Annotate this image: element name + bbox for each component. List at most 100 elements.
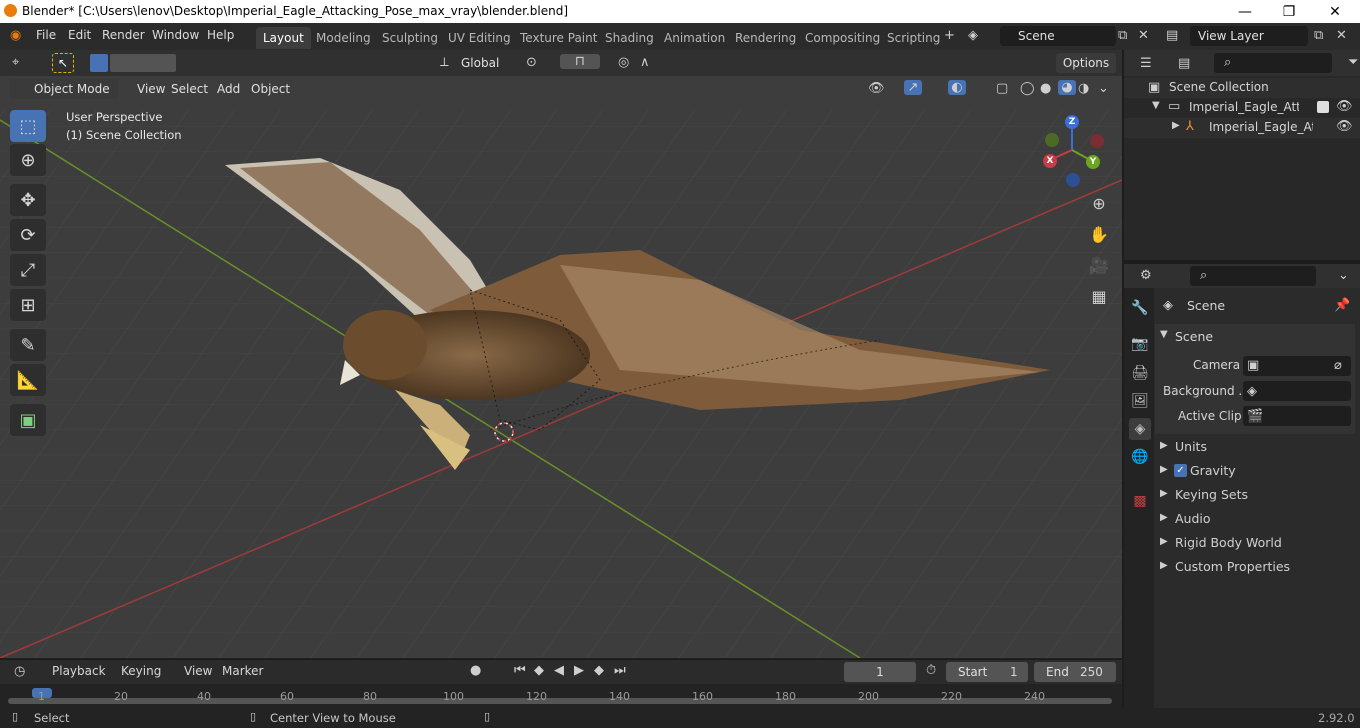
timeline-menu-playback[interactable]: Playback [52, 664, 106, 678]
scene-selector-icon[interactable]: ◈ [968, 28, 978, 43]
transform-orientation-dropdown[interactable]: Global [458, 53, 514, 73]
gravity-checkbox[interactable]: ✓ [1174, 464, 1187, 477]
add-workspace-icon[interactable]: + [944, 28, 955, 43]
render-tab-icon[interactable]: 📷 [1129, 333, 1151, 355]
close-button[interactable]: ✕ [1312, 0, 1358, 23]
pivot-point-icon[interactable]: ⊙ [526, 55, 537, 70]
mode-dropdown[interactable]: Object Mode [10, 79, 118, 99]
scene-name-field[interactable]: Scene [1000, 26, 1116, 46]
menu-render[interactable]: Render [102, 28, 145, 42]
measure-tool[interactable]: 📐 [10, 364, 46, 396]
minimize-button[interactable]: — [1222, 0, 1268, 23]
tab-animation[interactable]: Animation [657, 27, 732, 49]
play-icon[interactable]: ▶ [574, 663, 584, 678]
add-cube-tool[interactable]: ▣ [10, 404, 46, 436]
material-preview-icon[interactable]: ◕ [1058, 80, 1076, 95]
tab-layout[interactable]: Layout [256, 27, 311, 49]
custom-properties-panel[interactable]: Custom Properties [1175, 559, 1290, 574]
solid-shading-icon[interactable]: ● [1040, 81, 1051, 96]
new-view-layer-icon[interactable]: ⧉ [1314, 28, 1323, 43]
view-layer-tab-icon[interactable]: 🖼 [1129, 390, 1151, 412]
units-panel[interactable]: Units [1175, 439, 1207, 454]
visibility-eye-icon[interactable]: 👁 [1336, 119, 1353, 134]
viewport-menu-add[interactable]: Add [210, 79, 247, 99]
xray-icon[interactable]: ▢ [996, 81, 1008, 96]
tab-modeling[interactable]: Modeling [309, 27, 378, 49]
gizmo-x-icon[interactable]: X [1043, 154, 1057, 168]
end-frame-value[interactable]: 250 [1080, 665, 1103, 679]
gizmo-y-icon[interactable]: Y [1086, 155, 1100, 169]
background-scene-field[interactable] [1243, 381, 1351, 401]
timeline-menu-marker[interactable]: Marker [222, 664, 263, 678]
rendered-shading-icon[interactable]: ◑ [1078, 81, 1089, 96]
play-reverse-icon[interactable]: ◀ [554, 663, 564, 678]
timeline-editor-icon[interactable]: ◷ [14, 664, 25, 679]
start-frame-value[interactable]: 1 [1010, 665, 1018, 679]
perspective-toggle-icon[interactable]: ▦ [1088, 287, 1110, 309]
delete-scene-icon[interactable]: ✕ [1138, 28, 1149, 43]
prev-keyframe-icon[interactable]: ◆ [534, 663, 544, 678]
menu-window[interactable]: Window [152, 28, 199, 42]
overlay-toggle-icon[interactable]: ◐ [948, 80, 966, 95]
gizmo-neg-y-icon[interactable] [1045, 133, 1059, 147]
rigid-body-world-panel[interactable]: Rigid Body World [1175, 535, 1282, 550]
panel-expand-icon[interactable]: ▶ [1160, 512, 1168, 523]
display-mode-icon[interactable]: ▤ [1178, 56, 1190, 71]
select-tool-icon[interactable]: ↖ [52, 53, 74, 73]
properties-search-field[interactable] [1190, 266, 1316, 286]
gizmo-z-icon[interactable]: Z [1065, 115, 1079, 129]
properties-editor-icon[interactable]: ⚙ [1140, 268, 1152, 283]
tab-sculpting[interactable]: Sculpting [375, 27, 445, 49]
stopwatch-icon[interactable]: ⏱ [926, 663, 936, 678]
timeline-menu-keying[interactable]: Keying [121, 664, 161, 678]
select-box-tool[interactable]: ⬚ [10, 110, 46, 142]
gizmo-neg-z-icon[interactable] [1066, 173, 1080, 187]
scale-tool[interactable]: ⤢ [10, 254, 46, 286]
tab-scripting[interactable]: Scripting [880, 27, 947, 49]
pin-icon[interactable]: 📌 [1334, 298, 1350, 313]
options-chevron-icon[interactable]: ⌄ [1338, 268, 1349, 283]
panel-expand-icon[interactable]: ▶ [1160, 536, 1168, 547]
rotate-tool[interactable]: ⟳ [10, 219, 46, 251]
view-layer-icon[interactable]: ▤ [1166, 28, 1178, 43]
view-layer-field[interactable]: View Layer [1190, 26, 1308, 46]
jump-end-icon[interactable]: ⏭ [614, 663, 626, 678]
camera-view-icon[interactable]: 🎥 [1088, 256, 1110, 278]
object-label[interactable]: Imperial_Eagle_Attac [1209, 120, 1313, 134]
menu-edit[interactable]: Edit [68, 28, 91, 42]
select-mode-options[interactable] [110, 54, 176, 72]
collection-checkbox[interactable] [1317, 101, 1329, 113]
tool-tab-icon[interactable]: 🔧 [1129, 297, 1151, 319]
expand-arrow-icon[interactable]: ▼ [1152, 100, 1160, 111]
record-icon[interactable]: ● [470, 663, 481, 678]
editor-type-icon[interactable]: ⌖ [12, 55, 19, 70]
scene-panel-title[interactable]: Scene [1175, 329, 1213, 344]
transform-tool[interactable]: ⊞ [10, 289, 46, 321]
select-mode-new-icon[interactable] [90, 54, 108, 72]
texture-tab-icon[interactable]: ▩ [1129, 490, 1151, 512]
blender-menu-icon[interactable]: ◉ [10, 28, 21, 43]
outliner-editor-icon[interactable]: ☰ [1140, 56, 1152, 71]
new-scene-icon[interactable]: ⧉ [1118, 28, 1127, 43]
maximize-button[interactable]: ❐ [1266, 0, 1312, 23]
scene-tab-icon[interactable]: ◈ [1129, 418, 1151, 440]
3d-viewport[interactable]: User Perspective (1) Scene Collection [0, 50, 1122, 658]
options-dropdown[interactable]: Options [1056, 53, 1116, 73]
world-tab-icon[interactable]: 🌐 [1129, 446, 1151, 468]
outliner-search-field[interactable] [1214, 53, 1332, 73]
expand-arrow-icon[interactable]: ▶ [1172, 120, 1180, 131]
tab-shading[interactable]: Shading [598, 27, 661, 49]
scene-collection-label[interactable]: Scene Collection [1169, 80, 1269, 94]
current-frame-field[interactable]: 1 [844, 662, 916, 682]
viewport-menu-select[interactable]: Select [164, 79, 215, 99]
panel-collapse-icon[interactable]: ▼ [1160, 329, 1168, 340]
annotate-tool[interactable]: ✎ [10, 329, 46, 361]
visibility-icon[interactable]: 👁 [868, 81, 885, 96]
move-tool[interactable]: ✥ [10, 184, 46, 216]
panel-expand-icon[interactable]: ▶ [1160, 488, 1168, 499]
menu-help[interactable]: Help [207, 28, 234, 42]
keying-sets-panel[interactable]: Keying Sets [1175, 487, 1248, 502]
falloff-icon[interactable]: ∧ [640, 55, 650, 70]
snap-icon[interactable]: ⊓ [560, 54, 600, 69]
tab-texture-paint[interactable]: Texture Paint [513, 27, 604, 49]
